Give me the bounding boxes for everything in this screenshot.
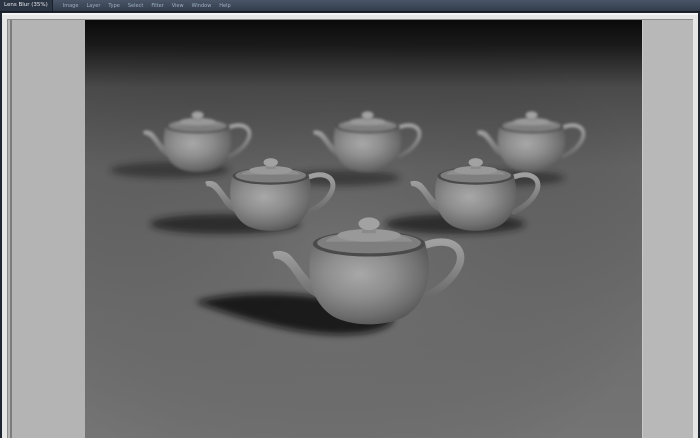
menu-item-help[interactable]: Help (215, 3, 234, 9)
menu-item-select[interactable]: Select (124, 3, 147, 9)
menu-item-filter[interactable]: Filter (147, 3, 167, 9)
menu-item-window[interactable]: Window (188, 3, 216, 9)
dialog-frame (2, 13, 698, 438)
right-side-panel (642, 20, 693, 438)
menu-item-image[interactable]: Image (59, 3, 83, 9)
document-title-tab[interactable]: Lens Blur (35%) (0, 0, 53, 11)
preview-area (7, 19, 693, 438)
menu-item-layer[interactable]: Layer (82, 3, 104, 9)
menu-item-type[interactable]: Type (104, 3, 123, 9)
preview-canvas[interactable] (85, 20, 643, 438)
teapot-render (85, 20, 643, 438)
left-divider (10, 20, 12, 438)
menu-item-view[interactable]: View (168, 3, 188, 9)
lens-blur-dialog: Lens Blur (35%) Image Layer Type Select … (0, 0, 700, 438)
menu-bar: Lens Blur (35%) Image Layer Type Select … (0, 0, 700, 12)
